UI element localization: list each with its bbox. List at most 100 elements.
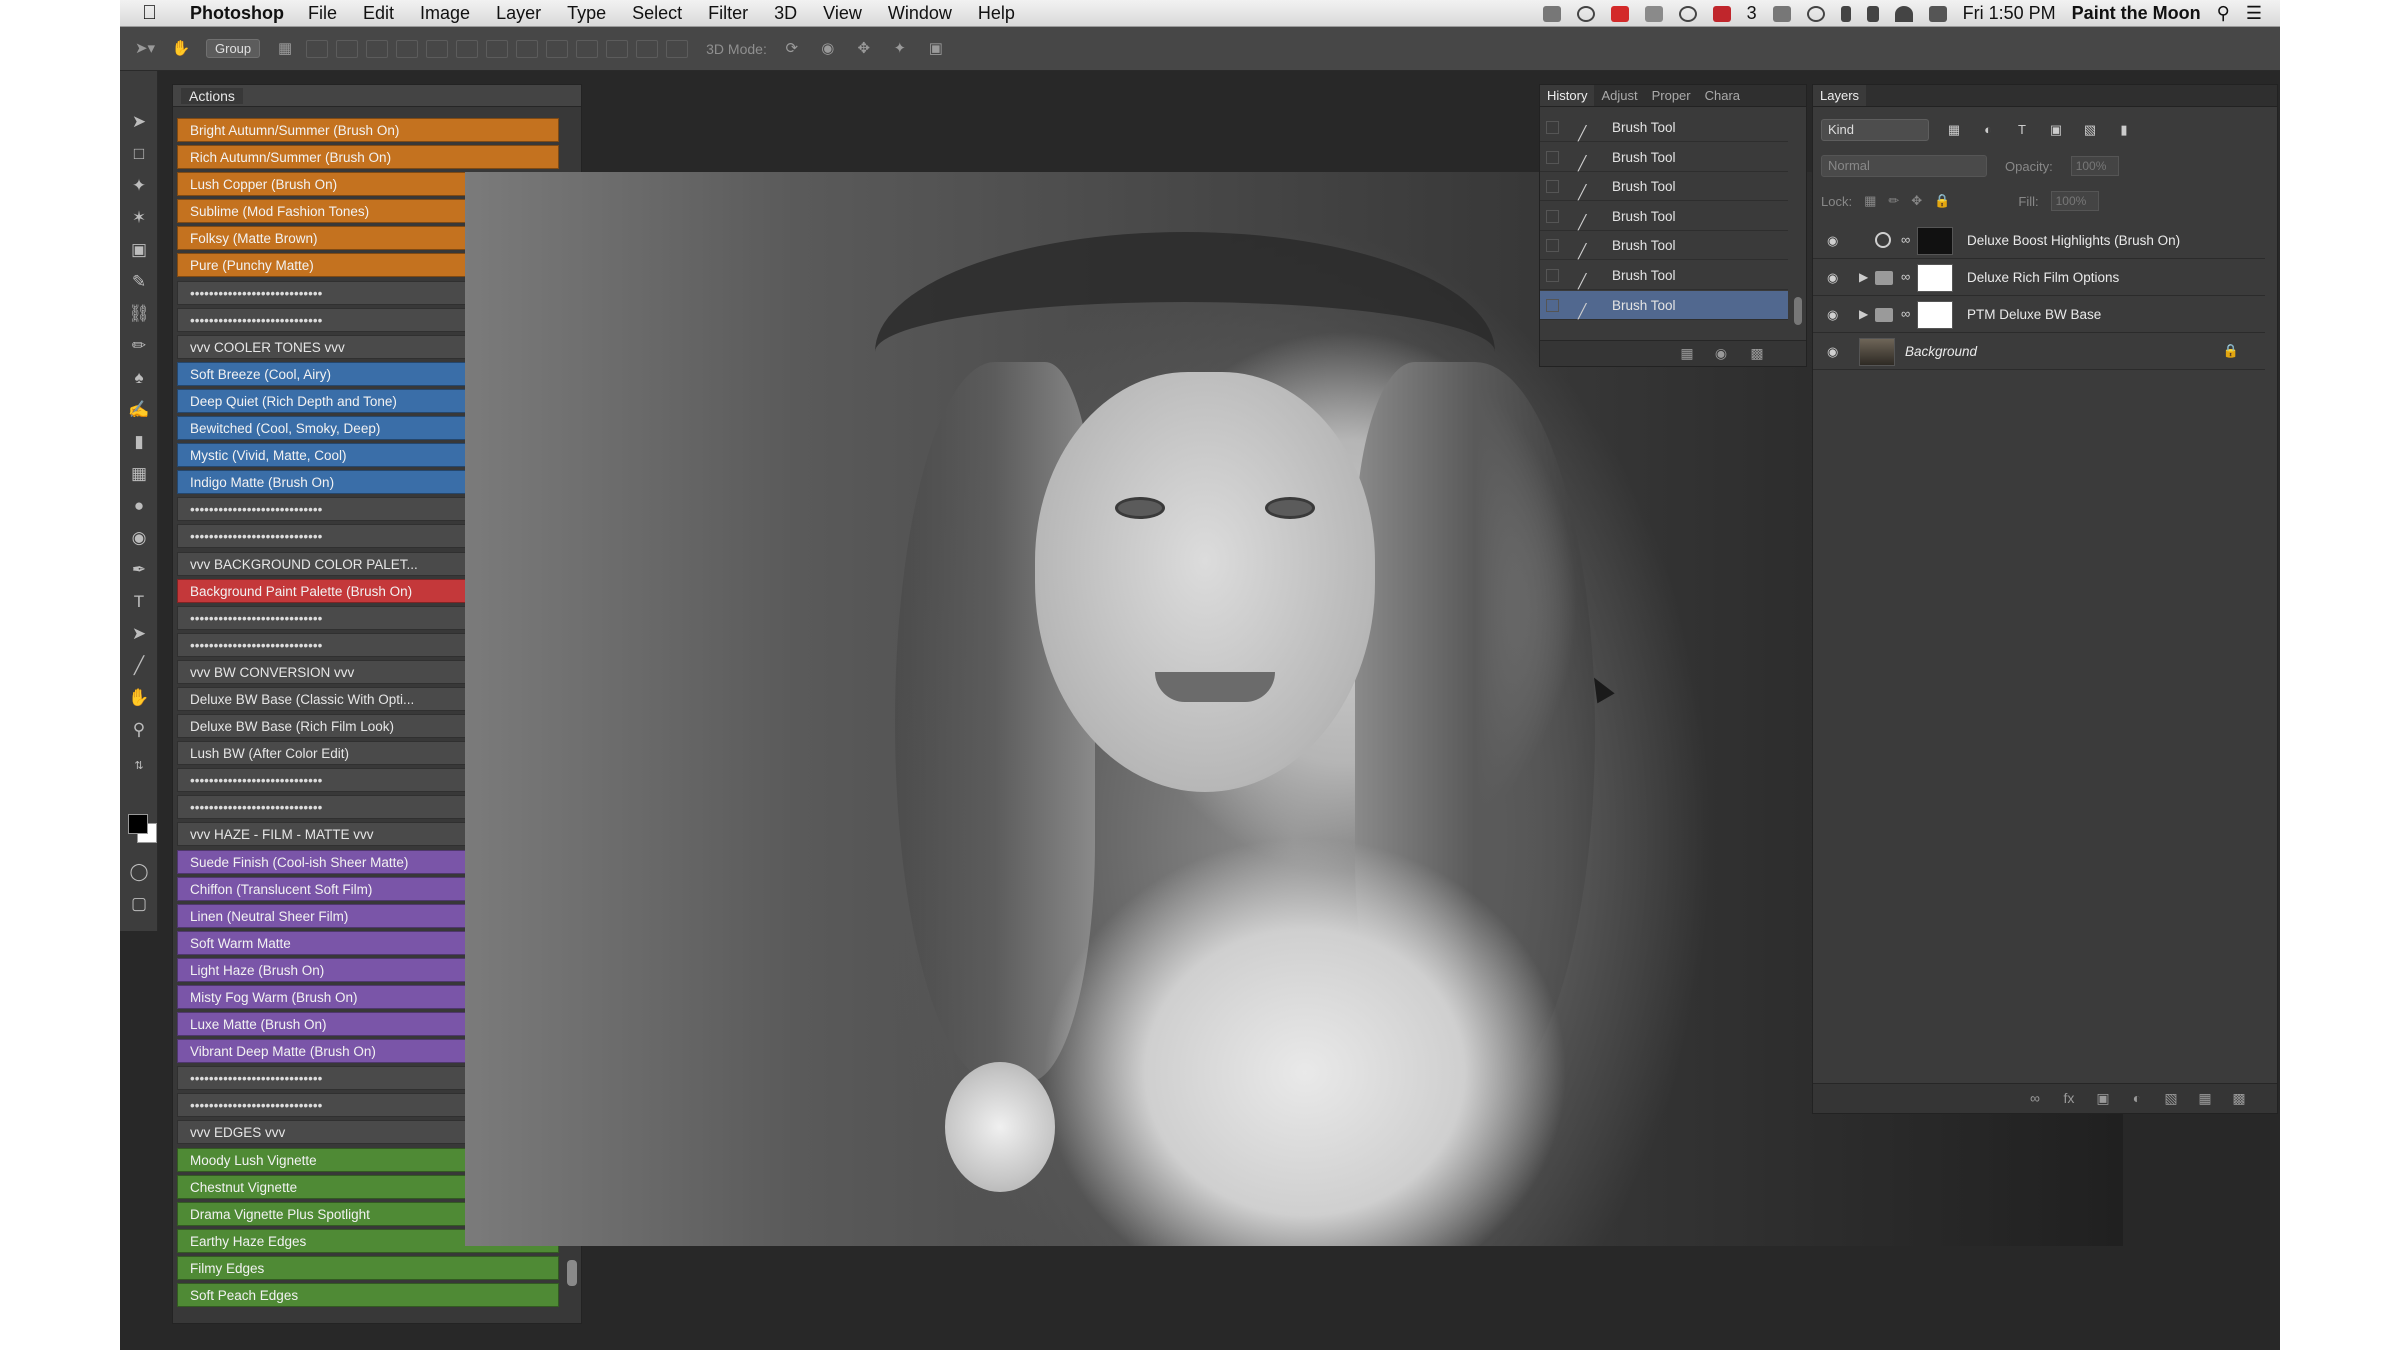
tab-adjustments[interactable]: Adjust [1594,85,1644,106]
3d-scale-icon[interactable]: ▣ [925,40,947,58]
actions-tab[interactable]: Actions [181,88,243,104]
healing-brush-tool-icon[interactable]: ⛓ [128,303,150,325]
menu-window[interactable]: Window [888,3,952,24]
layer-name[interactable]: Deluxe Rich Film Options [1967,260,2119,296]
user-name[interactable]: Paint the Moon [2072,3,2201,24]
menu-layer[interactable]: Layer [496,3,541,24]
quick-mask-icon[interactable]: ◯ [128,861,150,883]
swap-colors-icon[interactable]: ⇅ [128,755,150,777]
lock-image-icon[interactable]: ✏ [1888,193,1899,209]
action-item[interactable]: Bright Autumn/Summer (Brush On) [177,118,559,142]
history-source-checkbox[interactable] [1546,150,1559,164]
trash-icon[interactable]: ▩ [1748,345,1766,361]
chain-link-icon[interactable]: ∞ [1901,232,1910,247]
align-bottom-icon[interactable] [366,39,389,58]
align-left-icon[interactable] [396,39,419,58]
layer-row[interactable]: ◉ 🔒 Background [1813,334,2265,370]
filter-smart-object-icon[interactable]: ▧ [2081,122,2099,138]
bluetooth-icon[interactable] [1840,5,1851,22]
move-tool-preset-icon[interactable]: ➤▾ [134,40,156,58]
add-mask-icon[interactable]: ▣ [2093,1090,2113,1108]
new-layer-icon[interactable]: ▦ [2195,1090,2215,1108]
notification-count[interactable]: 3 [1747,3,1757,24]
tab-properties[interactable]: Proper [1645,85,1698,106]
tab-character[interactable]: Chara [1698,85,1747,106]
history-source-checkbox[interactable] [1546,239,1559,253]
visibility-eye-icon[interactable]: ◉ [1827,233,1845,249]
lock-transparent-icon[interactable]: ▦ [1864,193,1876,209]
foreground-color-swatch[interactable] [128,814,148,834]
time-machine-icon[interactable] [1806,5,1825,22]
lasso-tool-icon[interactable]: ✦ [128,175,150,197]
distribute-left-icon[interactable] [576,39,599,58]
layer-name[interactable]: Deluxe Boost Highlights (Brush On) [1967,223,2180,259]
filter-adjustment-icon[interactable]: ◐ [1979,122,1997,138]
history-source-checkbox[interactable] [1546,121,1559,134]
lock-icon[interactable]: 🔒 [2223,343,2239,359]
align-top-icon[interactable] [306,39,329,58]
history-source-checkbox[interactable] [1546,269,1559,282]
tab-layers[interactable]: Layers [1813,85,1867,106]
action-item[interactable]: Soft Peach Edges [177,1283,559,1308]
actions-scrollbar[interactable] [567,1260,577,1286]
history-source-checkbox[interactable] [1546,298,1559,312]
menu-3d[interactable]: 3D [774,3,797,24]
clock[interactable]: Fri 1:50 PM [1963,3,2056,24]
history-state[interactable]: ╱ Brush Tool [1540,290,1788,320]
layer-mask-thumbnail[interactable] [1917,227,1953,255]
pen-tool-icon[interactable]: ✒ [128,559,150,581]
brush-tool-icon[interactable]: ✏ [128,335,150,357]
blend-mode-dropdown[interactable]: Normal [1821,155,1987,177]
menu-filter[interactable]: Filter [708,3,748,24]
dodge-tool-icon[interactable]: ◉ [128,527,150,549]
apple-icon[interactable]:  [142,2,164,25]
chain-link-icon[interactable]: ∞ [1901,269,1910,284]
transform-controls-icon[interactable]: ▦ [274,40,296,58]
opacity-input[interactable]: 100% [2070,156,2119,176]
app-name-menu[interactable]: Photoshop [190,3,284,24]
3d-drag-icon[interactable]: ✥ [853,40,875,58]
menu-select[interactable]: Select [632,3,682,24]
layer-mask-thumbnail[interactable] [1917,264,1953,292]
layer-row[interactable]: ◉ ▶ ∞ Deluxe Rich Film Options [1813,260,2265,296]
3d-rotate-icon[interactable]: ⟳ [781,40,803,58]
app-red-icon[interactable] [1610,5,1629,22]
link-layers-icon[interactable]: ∞ [2025,1090,2045,1108]
layer-name[interactable]: PTM Deluxe BW Base [1967,297,2101,333]
3d-slide-icon[interactable]: ✦ [889,40,911,58]
acrobat-icon[interactable] [1712,5,1731,22]
blur-tool-icon[interactable]: ● [128,495,150,517]
move-tool-icon[interactable]: ➤ [128,111,150,133]
crop-tool-icon[interactable]: ▣ [128,239,150,261]
lock-position-icon[interactable]: ✥ [1911,193,1922,209]
line-tool-icon[interactable]: ╱ [128,655,150,677]
action-item[interactable]: Rich Autumn/Summer (Brush On) [177,145,559,170]
distribute-vcenter-icon[interactable] [516,39,539,58]
history-source-checkbox[interactable] [1546,180,1559,194]
new-adjustment-layer-icon[interactable]: ◐ [2127,1090,2147,1108]
distribute-bottom-icon[interactable] [546,39,569,58]
expand-group-icon[interactable]: ▶ [1859,270,1868,284]
fill-input[interactable]: 100% [2050,191,2099,211]
action-item[interactable]: Filmy Edges [177,1255,559,1280]
layer-row[interactable]: ◉ ∞ Deluxe Boost Highlights (Brush On) [1813,223,2265,259]
tab-history[interactable]: History [1540,85,1595,106]
lock-all-icon[interactable]: 🔒 [1934,193,1950,209]
menu-type[interactable]: Type [567,3,606,24]
notification-center-icon[interactable]: ☰ [2246,3,2262,24]
dropbox-icon[interactable] [1772,5,1791,22]
auto-select-target-dropdown[interactable]: Group [206,39,261,58]
history-state[interactable]: ╱ Brush Tool [1540,172,1788,202]
align-vcenter-icon[interactable] [336,39,359,58]
volume-icon[interactable] [1866,5,1879,22]
magic-wand-tool-icon[interactable]: ✶ [128,207,150,229]
hand-tool-icon[interactable]: ✋ [128,687,150,709]
history-state[interactable]: ╱ Brush Tool [1540,202,1788,231]
chain-link-icon[interactable]: ∞ [1901,306,1910,321]
history-source-checkbox[interactable] [1546,209,1559,223]
distribute-top-icon[interactable] [486,39,509,58]
menu-edit[interactable]: Edit [363,3,394,24]
spotlight-icon[interactable]: ⚲ [2217,3,2230,24]
history-state[interactable]: ╱ Brush Tool [1540,261,1788,290]
visibility-eye-icon[interactable]: ◉ [1827,344,1845,360]
